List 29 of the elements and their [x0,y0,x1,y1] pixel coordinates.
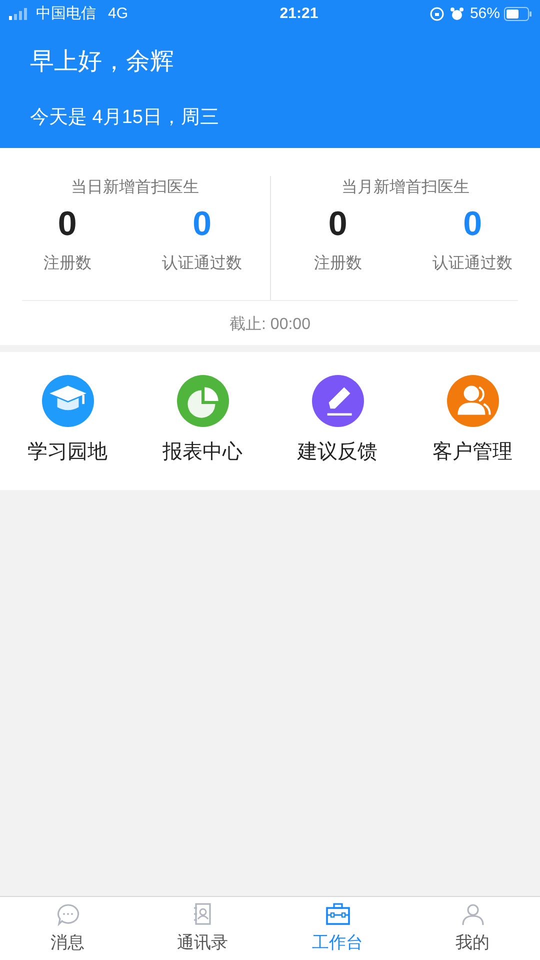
status-time: 21:21 [278,4,318,24]
stat-value: 0 [192,204,212,245]
stat-label: 注册数 [43,254,92,274]
menu-item[interactable]: 建议反馈 [270,375,405,467]
tab[interactable]: 通讯录 [135,897,270,960]
deadline-text: 截止: 00:00 [228,314,312,335]
menu-item[interactable]: 报表中心 [135,375,270,467]
person-icon [460,902,486,928]
network-type: 4G [108,4,128,24]
stat-group-title: 当日新增首扫医生 [70,178,199,198]
stat-label: 注册数 [314,254,362,274]
greeting-text: 早上好，余辉 [30,47,175,77]
date-text: 今天是 4月15日，周三 [30,106,220,130]
battery-icon [504,7,532,21]
tab[interactable]: 我的 [405,897,540,960]
stat-value: 0 [463,204,482,245]
battery-percent: 56% [470,4,500,24]
menu-item[interactable]: 客户管理 [405,375,540,467]
carrier-name: 中国电信 [36,4,96,24]
menu-item[interactable]: 学习园地 [0,375,135,467]
stat-group-title: 当月新增首扫医生 [341,178,470,198]
stat-label: 认证通过数 [432,254,513,274]
stat-label: 认证通过数 [162,254,242,274]
stat-value: 0 [58,204,77,245]
stat-value: 0 [328,204,348,245]
tab[interactable]: 工作台 [270,897,405,960]
chat-bubble-icon [54,902,80,928]
tab[interactable]: 消息 [0,897,135,960]
briefcase-icon [324,902,350,928]
